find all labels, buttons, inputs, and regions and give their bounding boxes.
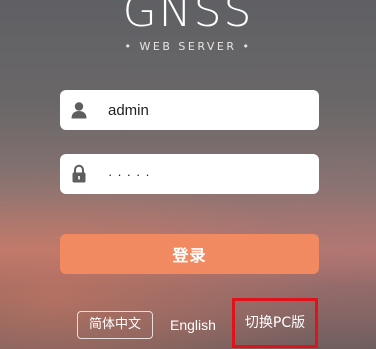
brand-subtitle: • WEB SERVER • [124,40,252,53]
username-field[interactable] [60,90,319,130]
lang-chinese-button[interactable]: 简体中文 [77,311,153,339]
switch-pc-version-link[interactable]: 切换PC版 [232,298,318,348]
brand-title: GNSS [122,0,254,37]
lock-icon [60,154,98,194]
username-input[interactable] [108,90,308,130]
lang-english-link[interactable]: English [170,311,216,339]
password-field[interactable] [60,154,319,194]
password-input[interactable] [108,154,308,194]
user-icon [60,90,98,130]
login-button[interactable]: 登录 [60,234,319,274]
